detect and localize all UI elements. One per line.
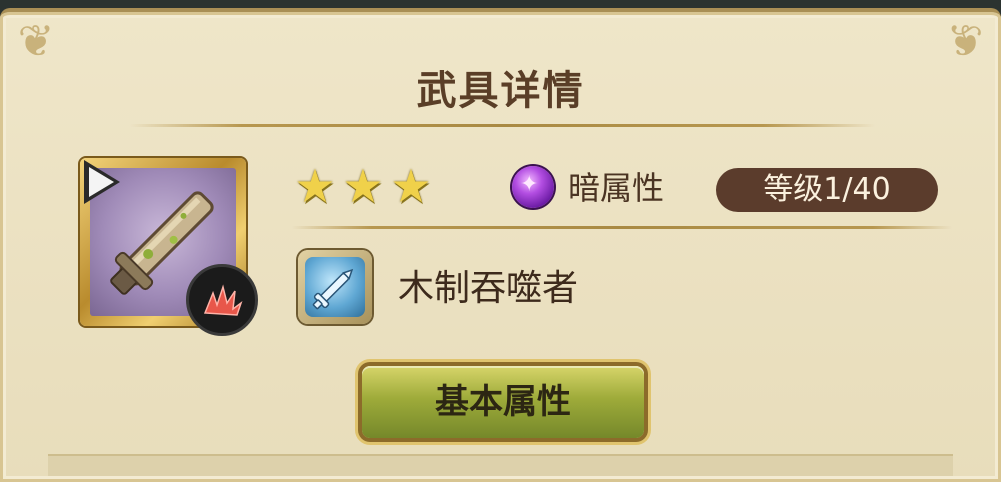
info-divider	[292, 226, 952, 229]
page-title: 武具详情	[416, 68, 585, 114]
play-icon-inner	[89, 167, 114, 197]
basic-stats-button[interactable]: 基本属性	[362, 366, 644, 438]
star-icon: ★	[390, 159, 432, 213]
burst-skill-icon[interactable]	[186, 264, 258, 336]
stats-section-edge	[48, 454, 953, 476]
star-icon: ★	[294, 159, 336, 213]
attribute-label: 暗属性	[568, 169, 665, 207]
dark-orb-icon: ✦	[512, 166, 554, 208]
rarity-stars: ★ ★ ★	[292, 163, 436, 209]
sword-type-icon	[298, 250, 372, 324]
sword-type-icon-bg	[305, 257, 365, 317]
dark-orb-glyph: ✦	[520, 172, 539, 197]
level-badge: 等级1/40	[716, 168, 938, 212]
title-divider	[130, 124, 875, 127]
weapon-name: 木制吞噬者	[398, 268, 579, 309]
star-icon: ★	[342, 159, 384, 213]
